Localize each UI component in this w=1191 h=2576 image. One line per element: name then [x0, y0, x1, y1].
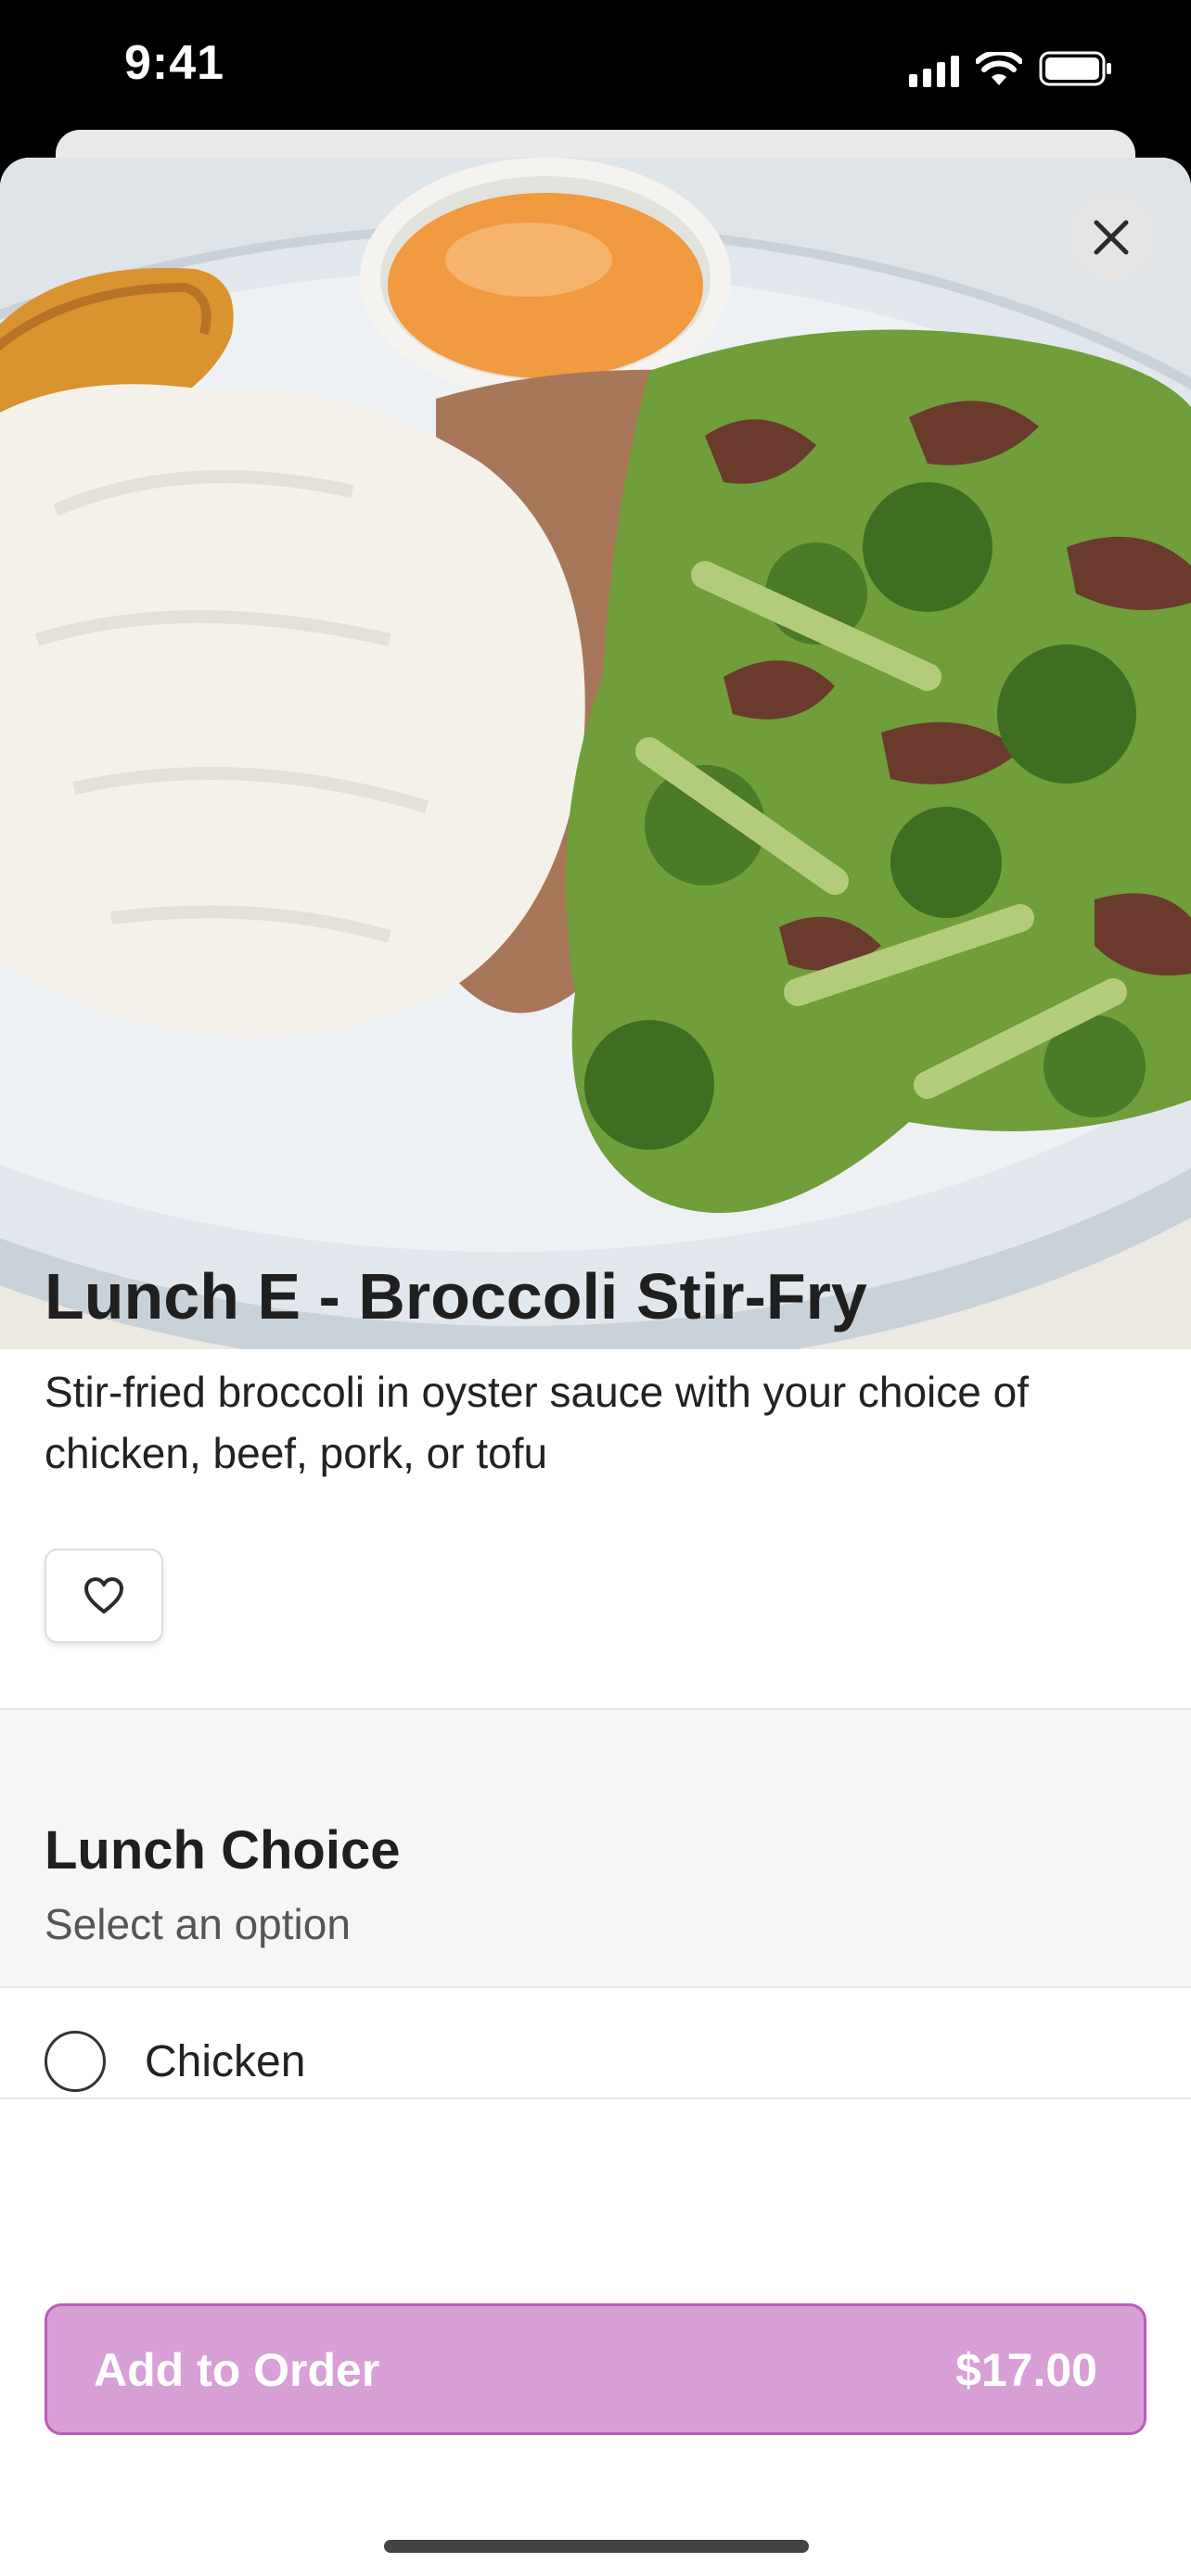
- item-photo: [0, 158, 1191, 1349]
- cellular-signal-icon: [909, 54, 959, 87]
- close-button[interactable]: [1067, 193, 1156, 282]
- favorite-button[interactable]: [45, 1549, 163, 1643]
- battery-icon: [1039, 51, 1111, 86]
- add-to-order-button[interactable]: Add to Order $17.00: [45, 2303, 1146, 2435]
- radio-chicken[interactable]: [45, 2031, 106, 2092]
- food-photo-illustration: [0, 158, 1191, 1349]
- status-icons: [909, 46, 1113, 87]
- item-title: Lunch E - Broccoli Stir-Fry: [45, 1260, 867, 1333]
- item-description: Stir-fried broccoli in oyster sauce with…: [45, 1368, 1029, 1477]
- option-label-chicken: Chicken: [145, 2037, 306, 2086]
- status-time: 9:41: [124, 36, 225, 90]
- home-indicator: [384, 2540, 809, 2553]
- status-bar: 9:41: [0, 0, 1191, 139]
- close-icon: [1094, 220, 1129, 255]
- order-price: $17.00: [955, 2344, 1097, 2396]
- add-to-order-label: Add to Order: [94, 2344, 380, 2396]
- heart-icon: [84, 1577, 123, 1613]
- wifi-icon: [976, 52, 1022, 85]
- lunch-choice-title: Lunch Choice: [45, 1820, 401, 1881]
- lunch-choice-subtitle: Select an option: [45, 1900, 351, 1948]
